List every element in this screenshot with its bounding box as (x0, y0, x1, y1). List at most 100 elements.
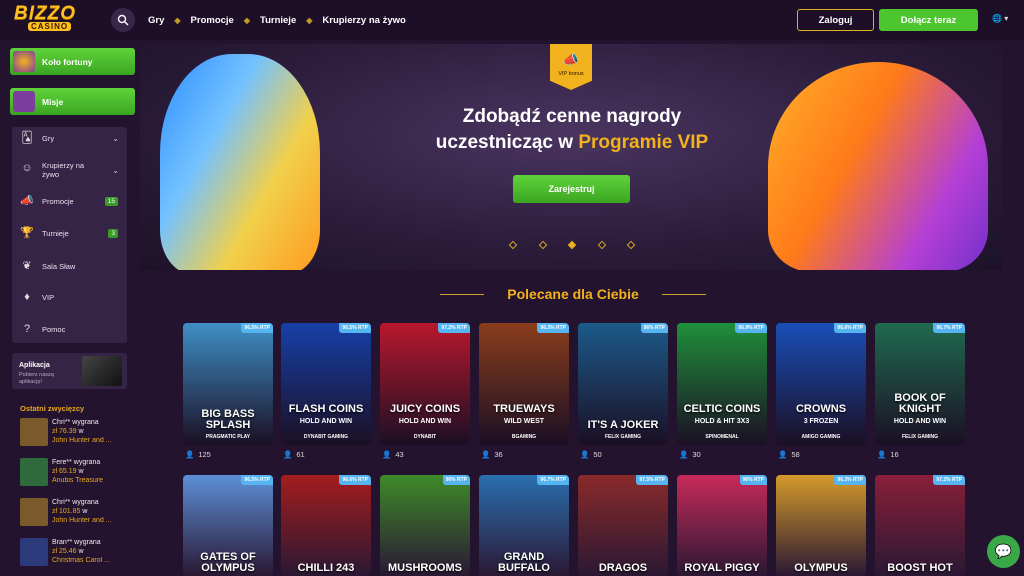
sidebar-item-vip[interactable]: ♦ VIP (12, 286, 127, 308)
top-bar: BIZZO CASINO Gry ◈ Promocje ◈ Turnieje ◈ Kr… (0, 0, 1024, 40)
chat-button[interactable]: 💬 (987, 535, 1020, 568)
winner-item[interactable]: Chri** wygrana zł 76.39 w John Hunter and … (20, 418, 132, 448)
promo-count-badge: 15 (104, 196, 118, 206)
wheel-icon (13, 51, 35, 72)
rtp-badge: 96.5% RTP (241, 323, 273, 333)
phone-image (82, 356, 122, 386)
app-download-card[interactable]: Aplikacja Pobierz naszą aplikację! (12, 353, 127, 389)
game-card[interactable]: 96.5% RTP HOLD AND WIN FLASH COINS DYNABIT … (281, 323, 371, 445)
sidebar-item-sala-slaw[interactable]: ❦ Sala Sław (12, 255, 127, 277)
title-ornament-left (440, 294, 484, 295)
game-card[interactable]: 96.6% RTP 3 FROZEN CROWNS AMIGO GAMING (776, 323, 866, 445)
game-card[interactable]: 96.5% RTP GATES OF OLYMPUS (183, 475, 273, 576)
register-button[interactable]: Zarejestruj (513, 175, 630, 203)
cards-icon: 🂡 (21, 132, 33, 144)
game-title: TRUEWAYS (493, 403, 555, 415)
player-count: 👤 50 (580, 450, 602, 459)
login-button[interactable]: Zaloguj (797, 9, 874, 31)
sidebar-item-label: VIP (42, 292, 55, 302)
winner-name: Chri** wygrana (52, 419, 99, 426)
bison-illustration (768, 62, 988, 270)
game-card[interactable]: 97.5% RTP DRAGOS (578, 475, 668, 576)
search-button[interactable] (111, 8, 135, 32)
game-card[interactable]: 96.3% RTP WILD WEST TRUEWAYS BGAMING (479, 323, 569, 445)
tournament-count-badge: 3 (108, 228, 118, 238)
game-title: BOOST HOT (887, 562, 953, 574)
bizzo-logo[interactable]: BIZZO CASINO (14, 4, 82, 36)
winner-amount: zł 76.39 w (52, 428, 84, 435)
chat-icon: 💬 (994, 543, 1013, 559)
game-provider: PRAGMATIC PLAY (205, 434, 251, 440)
sidebar-item-label: Turnieje (42, 228, 69, 238)
sidebar-item-turnieje[interactable]: 🏆 Turnieje 3 (12, 222, 127, 244)
carousel-dot[interactable] (597, 240, 606, 250)
rtp-badge: 97.2% RTP (438, 323, 470, 333)
logo-bottom-text: CASINO (28, 22, 72, 31)
game-title: BIG BASS SPLASH (201, 408, 255, 431)
game-card[interactable]: 97.2% RTP BOOST HOT (875, 475, 965, 576)
winner-game-thumbnail (20, 538, 48, 566)
sidebar-item-krupierzy[interactable]: ☺ Krupierzy na żywo ⌄ (12, 157, 127, 183)
rtp-badge: 96.5% RTP (339, 323, 371, 333)
game-card[interactable]: 96.6% RTP CHILLI 243 (281, 475, 371, 576)
player-count: 👤 36 (481, 450, 503, 459)
nav-promocje[interactable]: Promocje (191, 15, 234, 26)
game-title: BOOK OF KNIGHT (894, 392, 946, 415)
vip-bonus-label: VIP bonus (558, 71, 584, 77)
game-card[interactable]: 96.9% RTP HOLD & HIT 3X3 CELTIC COINS SPINO… (677, 323, 767, 445)
sidebar-item-pomoc[interactable]: ? Pomoc (12, 318, 127, 340)
nav-turnieje[interactable]: Turnieje (260, 15, 296, 26)
rtp-badge: 96.6% RTP (834, 323, 866, 333)
trophy-icon: 🏆 (20, 227, 34, 239)
sidebar-item-promocje[interactable]: 📣 Promocje 15 (12, 190, 127, 212)
game-title: CROWNS (795, 403, 847, 415)
game-provider: AMIGO GAMING (801, 434, 841, 440)
winner-item[interactable]: Chri** wygrana zł 101.85 w John Hunter and… (20, 498, 132, 528)
banner-line2-text: uczestnicząc w (435, 132, 579, 153)
game-card[interactable]: 96% RTP IT'S A JOKER FELIX GAMING (578, 323, 668, 445)
game-card[interactable]: 96.3% RTP OLYMPUS (776, 475, 866, 576)
carousel-dot[interactable] (538, 240, 547, 250)
fortune-label: Koło fortuny (42, 56, 93, 67)
player-count: 👤 61 (283, 450, 305, 459)
rtp-badge: 96.6% RTP (339, 475, 371, 485)
player-count: 👤 125 (185, 450, 211, 459)
game-card[interactable]: 96% RTP ROYAL PIGGY (677, 475, 767, 576)
sidebar-item-label: Promocje (42, 196, 74, 206)
game-card[interactable]: 97.2% RTP HOLD AND WIN JUICY COINS DYNABIT (380, 323, 470, 445)
nav-krupierzy[interactable]: Krupierzy na żywo (322, 15, 405, 26)
user-icon: 👤 (679, 450, 689, 459)
language-selector[interactable]: 🌐 ▾ (992, 14, 1008, 23)
sidebar-item-label: Sala Sław (42, 261, 76, 271)
missions-button[interactable]: Misje (10, 88, 135, 115)
game-card[interactable]: 96% RTP MUSHROOMS (380, 475, 470, 576)
game-title: MUSHROOMS (388, 562, 462, 574)
game-provider: FELIX GAMING (604, 434, 642, 440)
game-card[interactable]: 96.7% RTP HOLD AND WIN BOOK OF KNIGHT FELIX… (875, 323, 965, 445)
game-subtitle: HOLD & HIT 3X3 (694, 418, 750, 425)
megaphone-icon: 📣 (20, 195, 34, 207)
game-title: OLYMPUS (794, 562, 848, 574)
game-provider: SPINOMENAL (705, 434, 739, 440)
winner-game-thumbnail (20, 498, 48, 526)
vip-bonus-badge: 📣 VIP bonus (550, 44, 592, 90)
rtp-badge: 96% RTP (442, 475, 470, 485)
game-card[interactable]: 96.5% RTP BIG BASS SPLASH PRAGMATIC PLAY (183, 323, 273, 445)
globe-icon: 🌐 (992, 14, 1002, 23)
rtp-badge: 97.5% RTP (636, 475, 668, 485)
fortune-wheel-button[interactable]: Koło fortuny (10, 48, 135, 75)
carousel-dot[interactable] (508, 240, 518, 250)
carousel-dot[interactable] (626, 240, 636, 250)
sidebar-menu: 🂡 Gry ⌄ ☺ Krupierzy na żywo ⌄ 📣 Promocje 15 🏆 T… (12, 127, 127, 343)
join-button[interactable]: Dołącz teraz (879, 9, 978, 31)
nav-separator-icon: ◈ (174, 15, 181, 25)
nav-gry[interactable]: Gry (148, 15, 164, 26)
sidebar-item-gry[interactable]: 🂡 Gry ⌄ (12, 127, 127, 149)
game-title: GRAND BUFFALO (498, 551, 550, 574)
rtp-badge: 96.7% RTP (537, 475, 569, 485)
game-card[interactable]: 96.7% RTP GRAND BUFFALO (479, 475, 569, 576)
winner-item[interactable]: Bran** wygrana zł 25.46 w Christmas Carol … (20, 538, 132, 568)
winner-item[interactable]: Fere** wygrana zł 65.19 w Anubis Treasure (20, 458, 132, 488)
carousel-dot-active[interactable] (567, 240, 577, 250)
game-provider: DYNABIT (413, 434, 437, 440)
